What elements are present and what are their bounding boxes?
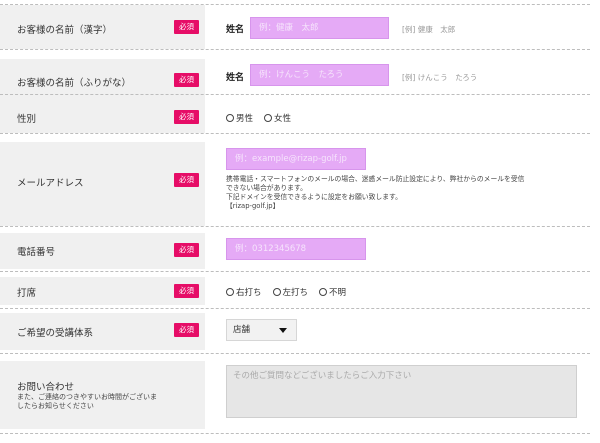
field-prefix: 姓名	[226, 25, 245, 35]
row-phone: 電話番号 必須 例：0312345678	[0, 233, 590, 269]
field-label: 電話番号	[17, 247, 56, 258]
required-badge: 必須	[174, 173, 199, 187]
field-label: 打席	[17, 288, 37, 299]
radio-circle-icon	[272, 288, 281, 296]
field-example: [例] けんこう たろう	[402, 73, 478, 82]
field-example: [例] 健康 太郎	[402, 25, 456, 34]
radio-circle-icon	[264, 114, 273, 122]
batting-option-unknown[interactable]: 不明	[319, 286, 346, 298]
inquiry-textarea[interactable]: その他ご質問などございましたらご入力下さい	[226, 365, 577, 418]
label-cell: お客様の名前（ふりがな） 必須	[0, 59, 205, 103]
row-email: メールアドレス 必須 例：example@rizap-golf.jp 携帯電話・…	[0, 142, 590, 226]
row-gender: 性別 必須 男性 女性	[0, 103, 590, 133]
chevron-down-icon	[279, 328, 287, 333]
radio-circle-icon	[319, 288, 328, 296]
name-kanji-input[interactable]: 例：健康 太郎	[250, 17, 389, 39]
row-divider	[0, 94, 590, 95]
row-divider	[0, 133, 590, 134]
label-cell: 打席 必須	[0, 277, 205, 305]
row-inquiry: お問い合わせ また、ご連絡のつきやすいお時間がございま したらお知らせください …	[0, 361, 590, 429]
radio-circle-icon	[226, 288, 234, 296]
field-label: お客様の名前（ふりがな）	[17, 78, 132, 89]
batting-radio-group: 右打ち 左打ち 不明	[226, 286, 357, 298]
label-cell: 性別 必須	[0, 103, 205, 133]
required-badge: 必須	[174, 323, 199, 337]
row-divider	[0, 226, 590, 227]
label-cell: ご希望の受講体系 必須	[0, 313, 205, 350]
gender-option-male[interactable]: 男性	[226, 112, 253, 124]
row-course: ご希望の受講体系 必須 店舗	[0, 313, 590, 350]
gender-radio-group: 男性 女性	[226, 112, 302, 124]
row-divider	[0, 308, 590, 309]
gender-option-female[interactable]: 女性	[264, 112, 291, 124]
required-badge: 必須	[174, 110, 199, 124]
label-cell: お客様の名前（漢字） 必須	[0, 5, 205, 49]
required-badge: 必須	[174, 243, 199, 257]
label-cell: お問い合わせ また、ご連絡のつきやすいお時間がございま したらお知らせください	[0, 361, 205, 429]
field-prefix: 姓名	[226, 73, 245, 83]
row-divider	[0, 271, 590, 272]
row-name-kanji: お客様の名前（漢字） 必須 姓名 例：健康 太郎 [例] 健康 太郎	[0, 5, 590, 49]
required-badge: 必須	[174, 73, 199, 87]
row-divider	[0, 433, 590, 434]
name-kana-input[interactable]: 例：けんこう たろう	[250, 64, 389, 86]
field-label: 性別	[17, 114, 37, 125]
row-divider	[0, 49, 590, 50]
required-badge: 必須	[174, 284, 199, 298]
label-cell: 電話番号 必須	[0, 233, 205, 269]
row-name-kana: お客様の名前（ふりがな） 必須 姓名 例：けんこう たろう [例] けんこう た…	[0, 59, 590, 103]
email-note: 携帯電話・スマートフォンのメールの場合、迷惑メール防止設定により、弊社からのメー…	[226, 175, 525, 210]
field-label: ご希望の受講体系	[17, 328, 94, 339]
field-label: お客様の名前（漢字）	[17, 25, 113, 36]
phone-input[interactable]: 例：0312345678	[226, 238, 366, 260]
label-cell: メールアドレス 必須	[0, 142, 205, 226]
field-label: お問い合わせ	[17, 382, 75, 393]
radio-circle-icon	[226, 114, 234, 122]
row-divider	[0, 353, 590, 354]
field-sublabel: また、ご連絡のつきやすいお時間がございま したらお知らせください	[17, 393, 157, 410]
row-batting: 打席 必須 右打ち 左打ち 不明	[0, 277, 590, 305]
batting-option-right[interactable]: 右打ち	[226, 286, 262, 298]
course-select-value: 店舗	[233, 325, 251, 335]
batting-option-left[interactable]: 左打ち	[272, 286, 308, 298]
inquiry-form: お客様の名前（漢字） 必須 姓名 例：健康 太郎 [例] 健康 太郎 お客様の名…	[0, 0, 600, 443]
field-label: メールアドレス	[17, 178, 84, 189]
course-select[interactable]: 店舗	[226, 319, 297, 341]
required-badge: 必須	[174, 20, 199, 34]
email-input[interactable]: 例：example@rizap-golf.jp	[226, 148, 366, 170]
